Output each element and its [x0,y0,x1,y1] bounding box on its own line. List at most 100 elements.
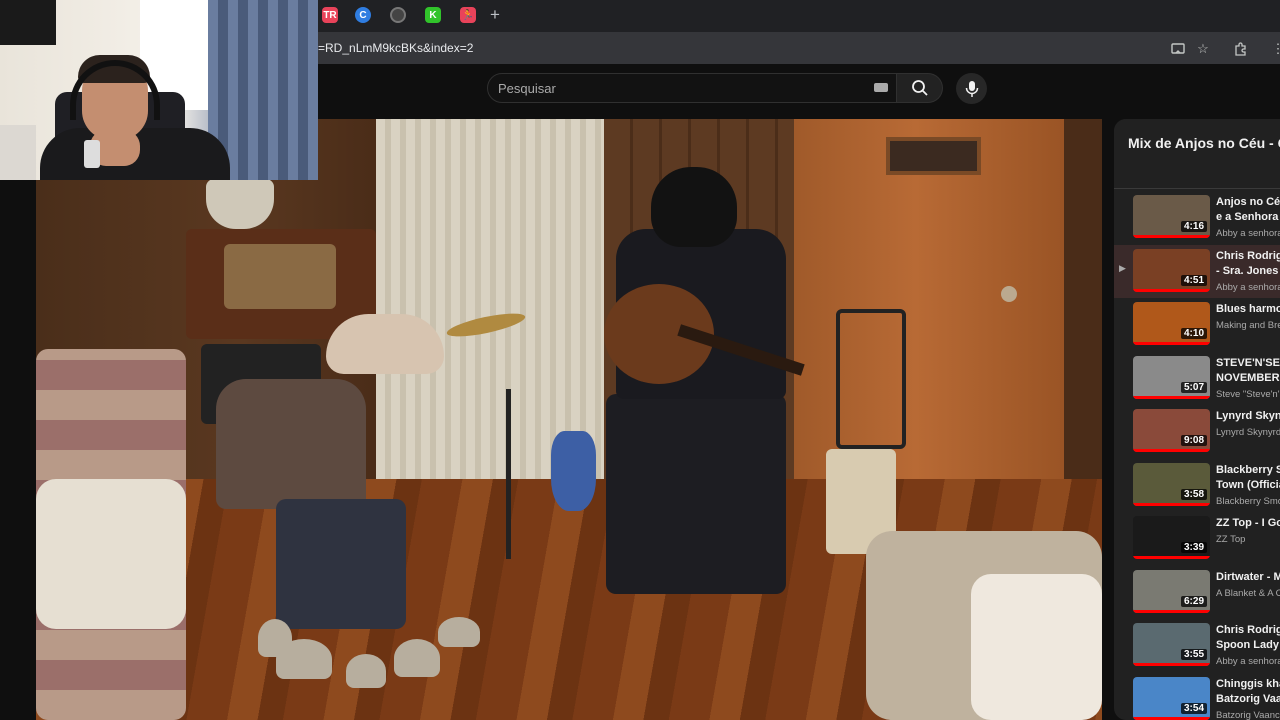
playlist-item[interactable]: 9:08 Lynyrd Skynyr Lynyrd Skynyrd [1114,405,1280,458]
video-info: Chris RodriguSpoon Lady - Abby a senhora [1216,623,1280,667]
watch-progress-bar [1133,288,1210,292]
video-title-line1[interactable]: ZZ Top - I Got [1216,516,1280,531]
video-scene-man-legs [606,394,786,594]
video-thumbnail[interactable]: 3:54 [1133,676,1210,720]
video-scene-door-window [886,137,981,175]
video-duration: 4:10 [1180,328,1207,339]
tab-favicon-label: TR [323,9,337,21]
video-title-line1[interactable]: STEVE'N'SEA [1216,356,1280,371]
video-info: Chinggis khaaBatzorig Vaan Batzorig Vaanc [1216,677,1280,720]
video-title-line2[interactable]: - Sra. Jones [1216,264,1280,279]
video-thumbnail[interactable]: 4:51 [1133,248,1210,292]
playlist-title[interactable]: Mix de Anjos no Céu - C [1128,135,1280,151]
video-title-line1[interactable]: Anjos no Céu [1216,195,1280,210]
video-scene-woman-legs [276,499,406,629]
video-title-line1[interactable]: Chinggis khaa [1216,677,1280,692]
url-text[interactable]: =RD_nLmM9kcBKs&index=2 [318,41,473,55]
video-title-line1[interactable]: Chris Rodrigu [1216,249,1280,264]
channel-name[interactable]: A Blanket & A C [1216,588,1280,599]
video-info: Anjos no Céue a Senhora d Abby a senhora [1216,195,1280,239]
playlist-item[interactable]: 4:16 Anjos no Céue a Senhora d Abby a senh… [1114,191,1280,244]
search-button[interactable] [897,73,943,103]
video-scene-bell [394,639,440,677]
video-duration: 4:16 [1180,221,1207,232]
video-scene-blue-vase [551,431,596,511]
video-title-line2[interactable]: Spoon Lady - [1216,638,1280,653]
video-player[interactable] [36,119,1102,720]
video-thumbnail[interactable]: 3:58 [1133,462,1210,506]
tab-favicon-dark[interactable] [390,7,406,23]
channel-name[interactable]: ZZ Top [1216,534,1280,545]
tab-favicon-label: C [359,9,367,21]
video-thumbnail[interactable]: 5:07 [1133,355,1210,399]
video-title-line2[interactable]: NOVEMBER R [1216,371,1280,386]
watch-progress-bar [1133,663,1210,666]
video-scene-vase [206,179,274,229]
playlist-item[interactable]: 3:54 Chinggis khaaBatzorig Vaan Batzorig V… [1114,673,1280,720]
video-scene-curtain [376,119,604,479]
tab-favicon-runner[interactable]: 🏃 [460,7,476,23]
video-info: Blues harmon Making and Bre [1216,302,1280,331]
video-thumbnail[interactable]: 9:08 [1133,409,1210,452]
video-duration: 3:58 [1180,488,1207,500]
channel-name[interactable]: Abby a senhora [1216,228,1280,239]
channel-name[interactable]: Blackberry Smo [1216,496,1280,507]
video-duration: 3:55 [1180,649,1207,660]
tab-favicon-c[interactable]: C [355,7,371,23]
keyboard-icon[interactable] [874,83,888,92]
voice-search-button[interactable] [956,73,987,104]
cast-icon[interactable] [1170,41,1186,57]
search-box [487,73,897,103]
video-scene-bell [258,619,292,657]
video-info: Chris Rodrigu- Sra. Jones Abby a senhora [1216,249,1280,293]
tab-favicon-tr[interactable]: TR [322,7,338,23]
video-title-line1[interactable]: Chris Rodrigu [1216,623,1280,638]
video-thumbnail[interactable]: 4:10 [1133,302,1210,345]
search-icon [911,80,928,96]
video-duration: 3:39 [1180,542,1207,553]
extensions-icon[interactable] [1233,41,1249,57]
video-thumbnail[interactable]: 3:39 [1133,516,1210,559]
channel-name[interactable]: Abby a senhora [1216,656,1280,667]
video-title-line1[interactable]: Lynyrd Skynyr [1216,409,1280,424]
playlist-item[interactable]: 3:58 Blackberry SmTown (Officia Blackberry… [1114,459,1280,512]
screen: TR C K 🏃 + =RD_nLmM9kcBKs&index=2 ☆ ⋮ Pe… [0,0,1280,720]
playlist-item[interactable]: 3:55 Chris RodriguSpoon Lady - Abby a senh… [1114,619,1280,672]
channel-name[interactable]: Abby a senhora [1216,282,1280,293]
video-duration: 4:51 [1180,274,1207,286]
mic-icon [965,80,978,97]
video-title-line2[interactable]: Town (Officia [1216,478,1280,493]
playlist-item[interactable]: 4:10 Blues harmon Making and Bre [1114,298,1280,351]
video-title-line2[interactable]: Batzorig Vaan [1216,692,1280,707]
channel-name[interactable]: Batzorig Vaanc [1216,710,1280,720]
video-title-line1[interactable]: Blackberry Sm [1216,463,1280,478]
video-thumbnail[interactable]: 4:16 [1133,195,1210,238]
video-info: Dirtwater - Mo A Blanket & A C [1216,570,1280,599]
channel-name[interactable]: Lynyrd Skynyrd [1216,427,1280,438]
video-title-line1[interactable]: Blues harmon [1216,302,1280,317]
video-duration: 5:07 [1180,381,1207,393]
search-input[interactable] [498,78,858,98]
playlist-item[interactable]: 3:39 ZZ Top - I Got ZZ Top [1114,512,1280,565]
video-scene-radio-face [224,244,336,309]
playlist-item[interactable]: 5:07 STEVE'N'SEANOVEMBER R Steve "Steve'n'… [1114,352,1280,405]
menu-icon[interactable]: ⋮ [1270,41,1280,57]
webcam-pillow [0,125,36,180]
video-scene-sofa-throw [36,479,186,629]
video-title-line1[interactable]: Dirtwater - Mo [1216,570,1280,585]
video-title-line2[interactable]: e a Senhora d [1216,210,1280,225]
channel-name[interactable]: Making and Bre [1216,320,1280,331]
bookmark-star-icon[interactable]: ☆ [1195,41,1211,57]
playlist-item[interactable]: ▶ 4:51 Chris Rodrigu- Sra. Jones Abby a sen… [1114,244,1280,298]
video-scene-right-wall [1064,119,1102,539]
playlist-item[interactable]: 6:29 Dirtwater - Mo A Blanket & A C [1114,566,1280,619]
video-thumbnail[interactable]: 3:55 [1133,623,1210,666]
watch-progress-bar [1133,395,1210,399]
webcam-monitor [0,0,56,45]
channel-name[interactable]: Steve "Steve'n'S [1216,389,1280,400]
video-thumbnail[interactable]: 6:29 [1133,569,1210,613]
video-scene-pillow [971,574,1102,720]
video-duration: 6:29 [1180,595,1207,607]
tab-favicon-k[interactable]: K [425,7,441,23]
new-tab-button[interactable]: + [490,5,500,25]
